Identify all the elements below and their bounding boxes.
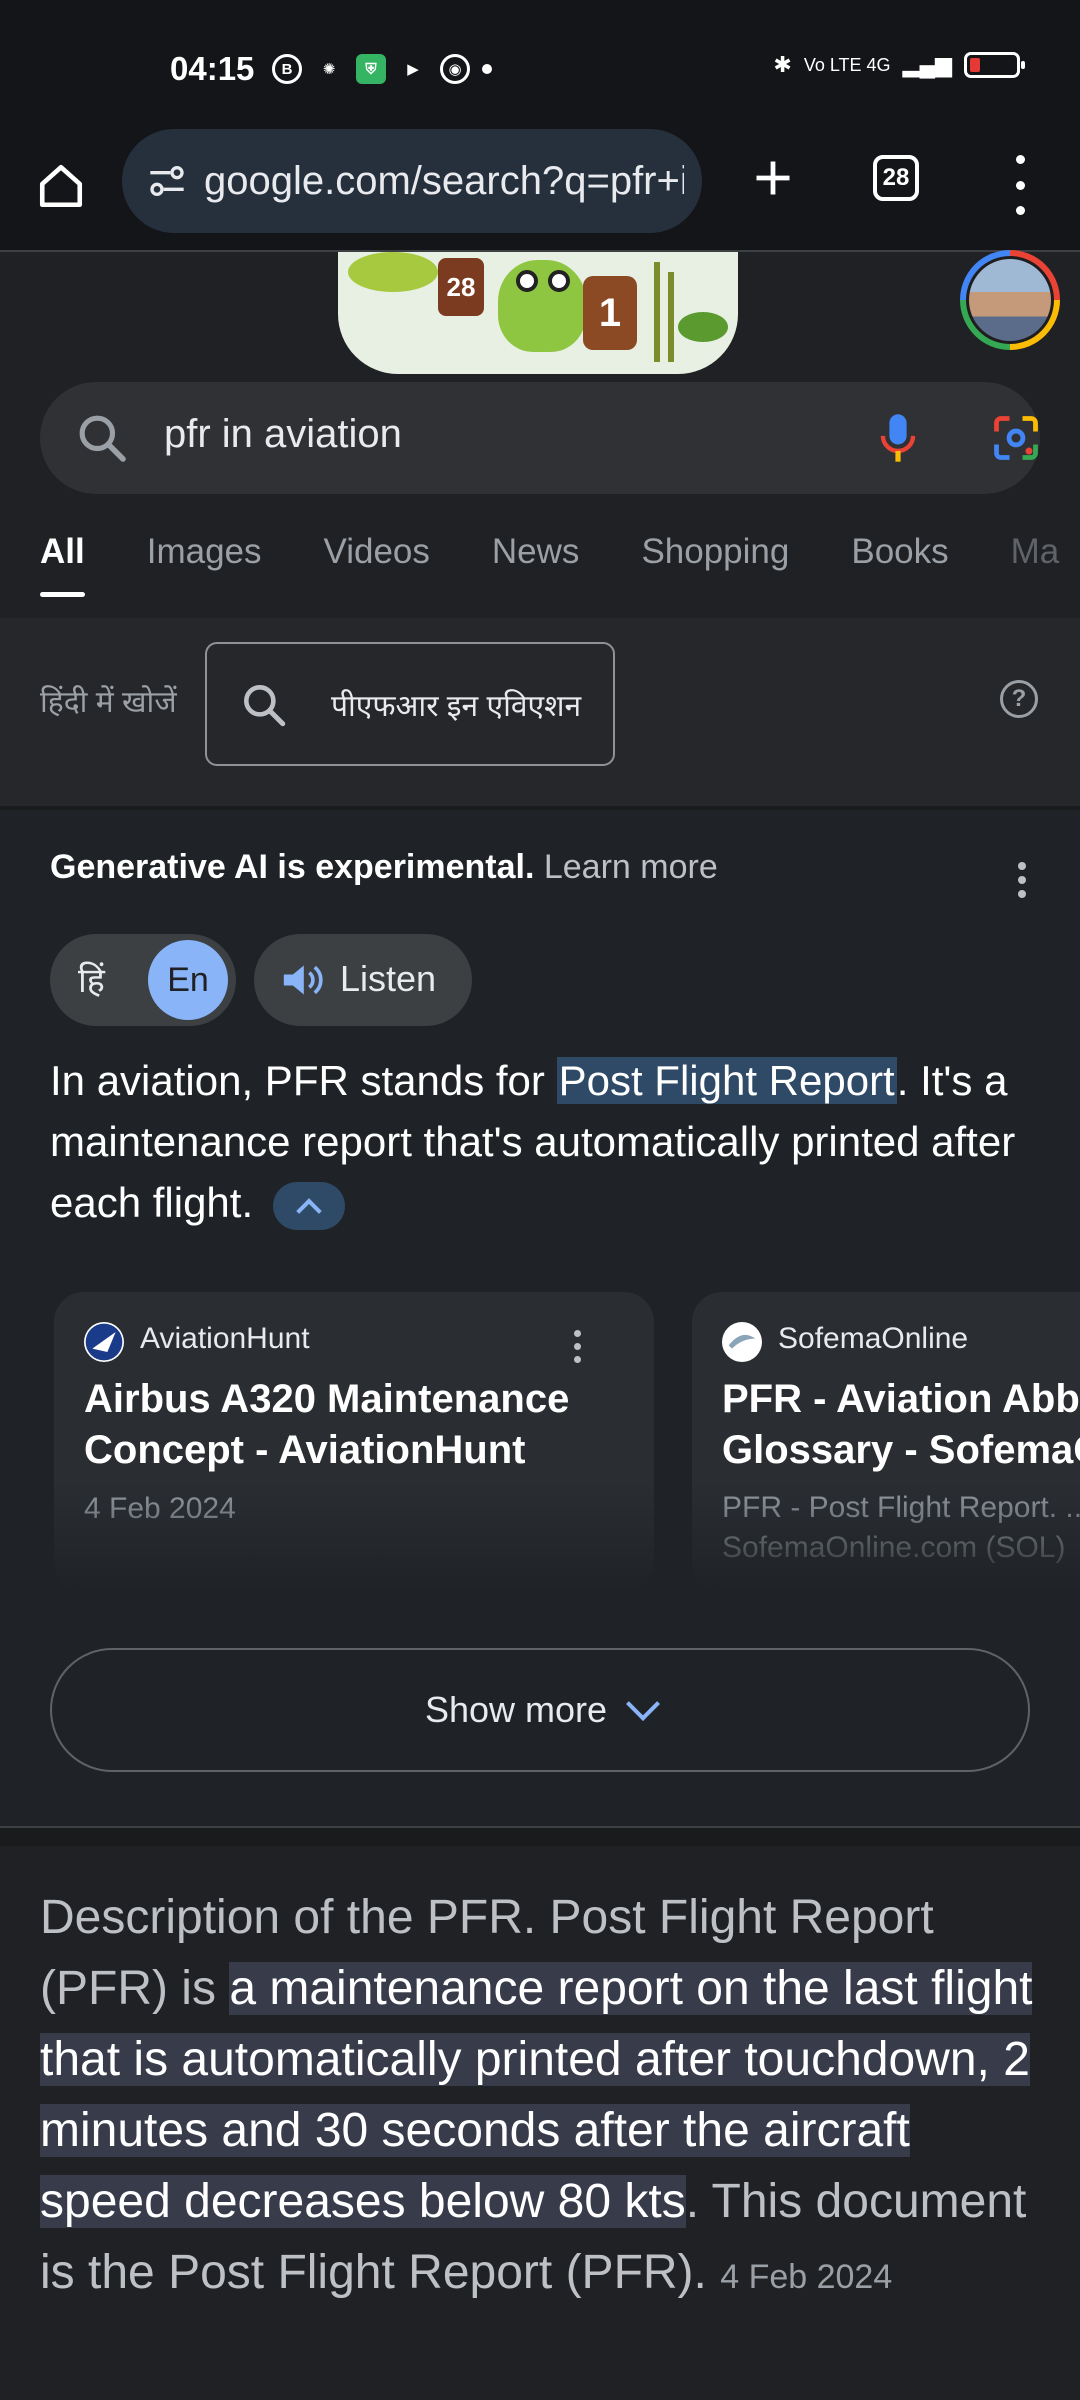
source-menu-button[interactable] <box>574 1330 581 1363</box>
browser-toolbar: google.com/search?q=pfr+in+aviation 28 <box>0 125 1080 252</box>
doodle-28-tile: 28 <box>438 258 484 316</box>
source-site-name: SofemaOnline <box>778 1322 969 1355</box>
shield-icon: ⛨ <box>356 54 386 84</box>
answer-text-start: In aviation, PFR stands for <box>50 1057 557 1104</box>
lang-english-option[interactable]: En <box>148 940 228 1020</box>
url-text[interactable]: google.com/search?q=pfr+in+aviation <box>204 159 684 204</box>
system-indicators: ✱ Vo LTE 4G ▂▄▆ <box>773 52 1025 78</box>
tab-news[interactable]: News <box>492 532 580 602</box>
collapse-citations-button[interactable] <box>272 1181 345 1230</box>
account-avatar[interactable] <box>960 250 1060 350</box>
listen-button[interactable]: Listen <box>254 934 472 1026</box>
source-snippet: PFR - Post Flight Report. ... SofemaOnli… <box>722 1488 1080 1568</box>
ai-experimental-label: Generative AI is experimental. <box>50 848 535 886</box>
tab-switcher-button[interactable]: 28 <box>873 155 919 201</box>
speaker-icon <box>283 965 323 995</box>
chevron-down-icon <box>626 1687 661 1721</box>
google-doodle[interactable]: 28 1 <box>338 252 738 374</box>
source-title-line: Glossary - SofemaO <box>722 1428 1080 1472</box>
play-icon: ▶ <box>407 61 419 78</box>
plus-icon <box>756 161 790 195</box>
ai-overview-heading: Generative AI is experimental. Learn mor… <box>50 848 718 887</box>
address-bar[interactable]: google.com/search?q=pfr+in+aviation <box>122 129 702 233</box>
google-lens-icon[interactable] <box>990 412 1042 464</box>
source-title: PFR - Aviation Abbr Glossary - SofemaO <box>722 1374 1080 1476</box>
lily-pad <box>348 252 438 292</box>
ai-overview-menu-button[interactable] <box>1018 862 1026 898</box>
doodle-1-tile: 1 <box>583 276 637 350</box>
language-toggle[interactable]: हिं En <box>50 934 236 1026</box>
tab-images[interactable]: Images <box>147 532 262 602</box>
signal-icon: ▂▄▆ <box>902 52 952 77</box>
source-title-line: Airbus A320 Maintenance <box>84 1377 570 1421</box>
tab-maps[interactable]: Ma <box>1011 532 1060 602</box>
bluetooth-icon: ✱ <box>773 52 792 77</box>
source-card[interactable]: AviationHunt Airbus A320 Maintenance Con… <box>54 1292 654 1592</box>
source-snippet-line: PFR - Post Flight Report. ... <box>722 1491 1080 1524</box>
bug-icon: ✺ <box>322 61 336 78</box>
tab-shopping[interactable]: Shopping <box>641 532 789 602</box>
frog-illustration <box>498 260 586 352</box>
search-input[interactable]: pfr in aviation <box>164 412 402 457</box>
source-site-name: AviationHunt <box>140 1322 310 1355</box>
chrome-icon: ◉ <box>440 54 470 84</box>
new-tab-button[interactable] <box>740 145 806 211</box>
listen-label: Listen <box>340 958 437 999</box>
ai-overview: Generative AI is experimental. Learn mor… <box>0 810 1080 1826</box>
aviationhunt-favicon <box>84 1322 124 1362</box>
clock: 04:15 <box>170 50 255 87</box>
tab-all[interactable]: All <box>40 532 85 602</box>
sofemaonline-favicon <box>722 1322 762 1362</box>
ai-overview-answer: In aviation, PFR stands for Post Flight … <box>50 1050 1040 1233</box>
home-button[interactable] <box>28 153 94 219</box>
show-more-button[interactable]: Show more <box>50 1648 1030 1772</box>
snippet-date: 4 Feb 2024 <box>720 2258 893 2296</box>
hindi-search-bar: हिंदी में खोजें पीएफआर इन एविएशन ? <box>0 618 1080 806</box>
b-circle-icon: B <box>272 54 302 84</box>
lang-hindi-option[interactable]: हिं <box>78 956 105 1002</box>
hindi-search-label: हिंदी में खोजें <box>40 686 177 719</box>
tab-videos[interactable]: Videos <box>324 532 430 602</box>
hindi-query-text: पीएफआर इन एविएशन <box>331 690 582 723</box>
microphone-icon[interactable] <box>872 410 924 466</box>
learn-more-link[interactable]: Learn more <box>544 848 718 886</box>
source-title-line: Concept - AviationHunt <box>84 1428 526 1472</box>
answer-highlight: Post Flight Report <box>556 1057 897 1104</box>
search-icon <box>79 415 126 462</box>
network-label: Vo LTE 4G <box>803 54 891 75</box>
reed <box>654 262 660 362</box>
status-bar: 04:15 B ✺ ⛨ ▶ ◉ ✱ Vo LTE 4G ▂▄▆ <box>0 0 1080 125</box>
featured-snippet: Description of the PFR. Post Flight Repo… <box>40 1882 1050 2313</box>
notification-icons: B ✺ ⛨ ▶ ◉ <box>272 54 492 84</box>
source-card[interactable]: SofemaOnline PFR - Aviation Abbr Glossar… <box>692 1292 1080 1592</box>
source-title-line: PFR - Aviation Abbr <box>722 1377 1080 1421</box>
source-title: Airbus A320 Maintenance Concept - Aviati… <box>84 1374 644 1476</box>
search-box[interactable]: pfr in aviation <box>40 382 1040 494</box>
source-snippet-line: SofemaOnline.com (SOL) <box>722 1531 1066 1564</box>
search-icon <box>243 685 286 727</box>
reed <box>668 272 674 362</box>
home-icon <box>39 164 83 208</box>
more-notifications-dot <box>482 64 492 74</box>
site-settings-icon[interactable] <box>144 158 190 204</box>
more-menu-button[interactable] <box>1000 155 1040 215</box>
show-more-label: Show more <box>424 1689 608 1730</box>
tab-books[interactable]: Books <box>851 532 948 602</box>
lily-pad <box>678 312 728 342</box>
battery-icon <box>964 52 1025 78</box>
source-date: 4 Feb 2024 <box>84 1492 236 1525</box>
divider <box>0 1826 1080 1846</box>
search-tabs: All Images Videos News Shopping Books Ma <box>40 532 1059 602</box>
avatar-photo <box>969 259 1051 341</box>
hindi-search-chip[interactable]: पीएफआर इन एविएशन <box>205 642 615 766</box>
help-icon[interactable]: ? <box>1000 680 1038 718</box>
